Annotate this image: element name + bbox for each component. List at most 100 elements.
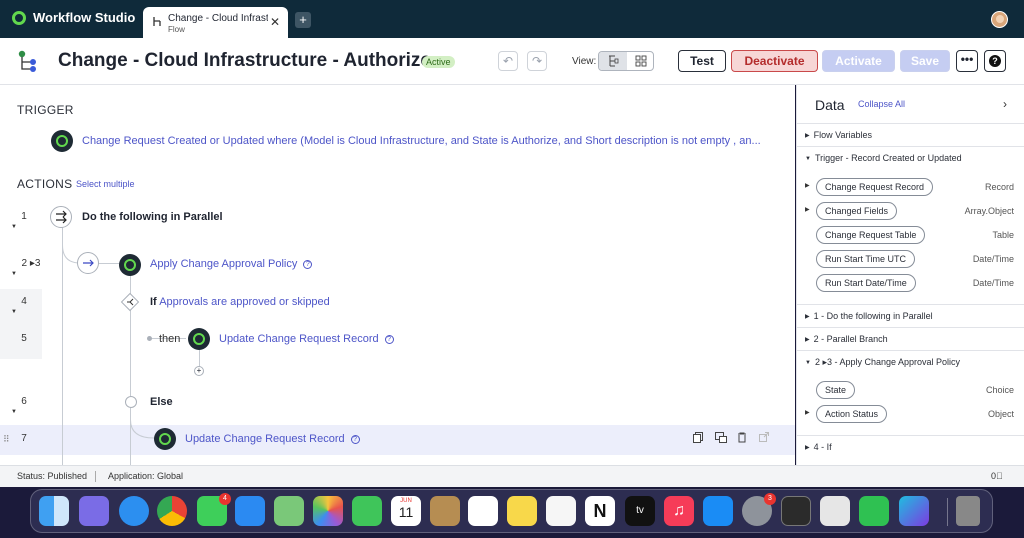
app-name: Workflow Studio	[33, 10, 136, 25]
select-multiple-link[interactable]: Select multiple	[76, 179, 135, 189]
chrome-icon[interactable]	[157, 496, 187, 526]
trigger-condition-link[interactable]: Change Request Created or Updated where …	[82, 135, 761, 147]
flow-diagram-icon	[18, 50, 36, 72]
notes-icon[interactable]	[507, 496, 537, 526]
collapse-all-link[interactable]: Collapse All	[858, 99, 905, 109]
pill-state[interactable]: State	[816, 381, 856, 399]
if-condition-label: Approvals are approved or skipped	[159, 296, 330, 308]
copy-icon[interactable]	[693, 432, 703, 443]
delete-icon[interactable]	[737, 432, 747, 443]
chevron-right-icon[interactable]: ›	[1003, 97, 1007, 111]
redo-button[interactable]: ↷	[527, 51, 547, 71]
launchpad-icon[interactable]	[79, 496, 109, 526]
row-4-collapse-icon[interactable]: ▼	[11, 309, 17, 315]
photos-icon[interactable]	[313, 496, 343, 526]
section-label: 4 - If	[813, 442, 832, 452]
row-2-collapse-icon[interactable]: ▼	[11, 271, 17, 277]
dock-divider	[947, 498, 948, 526]
help-button[interactable]: ?	[984, 50, 1006, 72]
apple-tv-icon[interactable]: tv	[625, 496, 655, 526]
maps-icon[interactable]	[274, 496, 304, 526]
data-panel: Data Collapse All › ▶ Flow Variables ▼ Tri…	[796, 85, 1024, 465]
mail-icon[interactable]	[235, 496, 265, 526]
apply-policy-icon	[119, 254, 141, 276]
open-external-icon[interactable]	[759, 432, 769, 443]
caret-down-icon: ▼	[805, 156, 811, 162]
activate-button[interactable]: Activate	[822, 50, 895, 72]
section-trigger[interactable]: ▼ Trigger - Record Created or Updated	[797, 146, 1024, 169]
duplicate-icon[interactable]	[715, 432, 727, 443]
notification-count[interactable]: 0⃤	[991, 471, 1003, 481]
help-circle-icon[interactable]: ?	[350, 435, 360, 444]
row-1-collapse-icon[interactable]: ▼	[11, 224, 17, 230]
music-icon[interactable]: ♫	[664, 496, 694, 526]
whatsapp-icon[interactable]	[859, 496, 889, 526]
caret-right-icon[interactable]: ▶	[805, 409, 810, 416]
else-label[interactable]: Else	[150, 396, 173, 408]
list-view-button[interactable]	[599, 52, 627, 70]
pill-type: Date/Time	[972, 254, 1014, 264]
pill-type: Array.Object	[964, 206, 1014, 216]
pill-action-status[interactable]: Action Status	[816, 405, 888, 423]
user-avatar[interactable]	[991, 11, 1008, 28]
then-dot	[147, 336, 152, 341]
then-keyword: then	[159, 333, 181, 345]
pill-type: Table	[992, 230, 1014, 240]
screenshot-icon[interactable]	[820, 496, 850, 526]
section-label: Flow Variables	[813, 130, 872, 140]
freeform-icon[interactable]	[546, 496, 576, 526]
section-flow-variables[interactable]: ▶ Flow Variables	[797, 123, 1024, 146]
finder-icon[interactable]	[39, 496, 69, 526]
tab-close-icon[interactable]: ✕	[270, 15, 280, 29]
terminal-icon[interactable]	[781, 496, 811, 526]
section-label: 2 - Parallel Branch	[813, 334, 888, 344]
caret-right-icon[interactable]: ▶	[805, 182, 810, 189]
grid-view-button[interactable]	[627, 52, 653, 70]
pill-change-request-table[interactable]: Change Request Table	[816, 226, 926, 244]
undo-button[interactable]: ↶	[498, 51, 518, 71]
section-step-1[interactable]: ▶ 1 - Do the following in Parallel	[797, 304, 1024, 327]
flow-tab[interactable]: Change - Cloud Infrastructure - Authoriz…	[143, 7, 288, 38]
system-settings-icon[interactable]: 3	[742, 493, 776, 526]
update-record-link-7[interactable]: Update Change Request Record?	[185, 433, 360, 445]
parallel-arrows-icon	[56, 210, 67, 224]
app-brand[interactable]: Workflow Studio	[12, 10, 135, 25]
contacts-icon[interactable]	[430, 496, 460, 526]
update-record-link-5[interactable]: Update Change Request Record?	[219, 333, 394, 345]
add-step-icon[interactable]: +	[194, 366, 204, 376]
row-actions	[693, 432, 769, 443]
row-number-7: 7	[21, 433, 27, 444]
help-circle-icon[interactable]: ?	[303, 260, 313, 269]
notion-icon[interactable]: N	[585, 496, 615, 526]
safari-icon[interactable]	[119, 496, 149, 526]
messages-icon[interactable]: 4	[197, 493, 231, 526]
new-tab-button[interactable]: +	[295, 12, 311, 28]
apply-policy-link[interactable]: Apply Change Approval Policy?	[150, 258, 313, 270]
app-store-icon[interactable]	[703, 496, 733, 526]
row-6-collapse-icon[interactable]: ▼	[11, 409, 17, 415]
reminders-icon[interactable]	[468, 496, 498, 526]
update-record-icon	[154, 428, 176, 450]
section-step-3[interactable]: ▼ 2 ▸3 - Apply Change Approval Policy	[797, 350, 1024, 373]
save-button[interactable]: Save	[900, 50, 950, 72]
row-number-1: 1	[21, 211, 27, 222]
row-highlight-7	[0, 425, 795, 455]
pill-run-start-time-utc[interactable]: Run Start Time UTC	[816, 250, 916, 268]
trash-icon[interactable]	[956, 496, 980, 526]
if-condition[interactable]: If Approvals are approved or skipped	[150, 296, 330, 308]
facetime-icon[interactable]	[352, 496, 382, 526]
help-circle-icon[interactable]: ?	[384, 335, 394, 344]
calendar-icon[interactable]: JUN 11	[391, 496, 421, 526]
canva-icon[interactable]	[899, 496, 929, 526]
parallel-step-label[interactable]: Do the following in Parallel	[82, 211, 223, 223]
pill-change-request-record[interactable]: Change Request Record	[816, 178, 934, 196]
drag-handle-icon[interactable]: ⠿	[3, 434, 10, 445]
deactivate-button[interactable]: Deactivate	[731, 50, 818, 72]
section-step-2[interactable]: ▶ 2 - Parallel Branch	[797, 327, 1024, 350]
pill-run-start-date-time[interactable]: Run Start Date/Time	[816, 274, 916, 292]
section-step-4[interactable]: ▶ 4 - If	[797, 435, 1024, 458]
pill-changed-fields[interactable]: Changed Fields	[816, 202, 898, 220]
test-button[interactable]: Test	[678, 50, 726, 72]
more-options-button[interactable]: •••	[956, 50, 978, 72]
caret-right-icon[interactable]: ▶	[805, 206, 810, 213]
